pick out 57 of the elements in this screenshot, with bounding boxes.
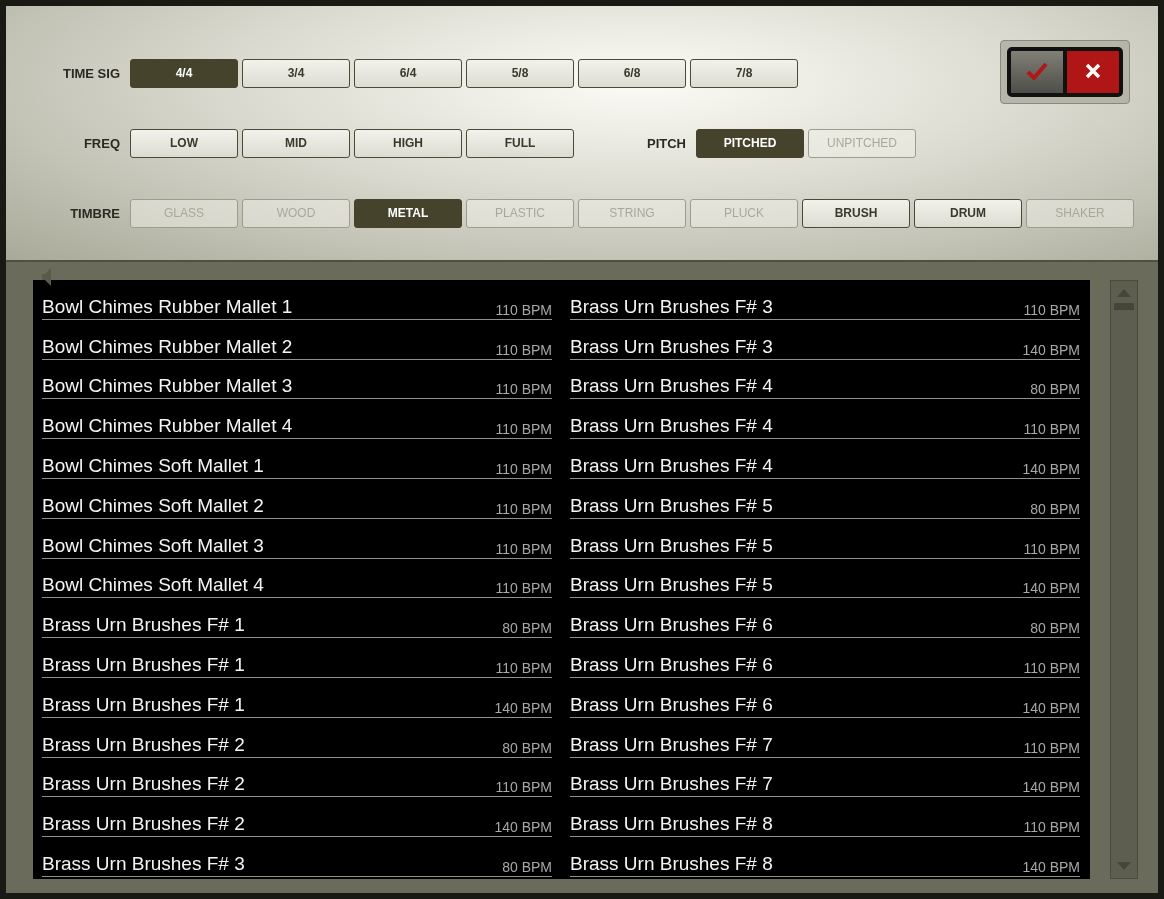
loop-list-item[interactable]: Brass Urn Brushes F# 1 110 BPM [42,638,552,678]
loop-list-item[interactable]: Brass Urn Brushes F# 6 110 BPM [570,638,1080,678]
timbre-option[interactable]: METAL [354,198,462,228]
close-button[interactable] [1065,47,1123,97]
loop-list-item[interactable]: Brass Urn Brushes F# 3 140 BPM [570,319,1080,360]
frequency-option[interactable]: MID [242,128,350,158]
pitch-option[interactable]: PITCHED [696,128,804,158]
checkmark-icon [1026,61,1048,80]
scrollbar[interactable] [1110,280,1138,879]
time-signature-option[interactable]: 4/4 [130,58,238,88]
loop-list-item[interactable]: Bowl Chimes Soft Mallet 2 110 BPM [42,479,552,519]
group-label: TIMBRE [69,205,121,221]
loop-list-item[interactable]: Bowl Chimes Rubber Mallet 4 110 BPM [42,399,552,440]
loop-list-item[interactable]: Bowl Chimes Rubber Mallet 1 110 BPM [42,280,552,320]
loop-list-item[interactable]: Brass Urn Brushes F# 2 80 BPM [42,717,552,758]
loop-list-item[interactable]: Brass Urn Brushes F# 4 140 BPM [570,439,1080,479]
loop-list-item[interactable]: Brass Urn Brushes F# 3 110 BPM [570,280,1080,320]
loop-list-item[interactable]: Brass Urn Brushes F# 2 140 BPM [42,797,552,838]
loop-list-item[interactable]: Brass Urn Brushes F# 5 80 BPM [570,479,1080,519]
loop-list-item[interactable]: Brass Urn Brushes F# 7 110 BPM [570,717,1080,758]
group-label: PITCH [646,135,687,151]
frequency-option[interactable]: FULL [466,128,574,158]
loop-list-item[interactable]: Bowl Chimes Rubber Mallet 3 110 BPM [42,359,552,400]
close-icon [1085,62,1101,79]
loop-list-item[interactable]: Brass Urn Brushes F# 2 110 BPM [42,757,552,798]
loop-list-item[interactable]: Brass Urn Brushes F# 1 140 BPM [42,677,552,718]
loop-list-item[interactable]: Brass Urn Brushes F# 5 140 BPM [570,558,1080,599]
time-signature-option[interactable]: 3/4 [242,58,350,88]
loop-list-item[interactable]: Brass Urn Brushes F# 6 140 BPM [570,677,1080,718]
loop-list-item[interactable]: Bowl Chimes Rubber Mallet 2 110 BPM [42,319,552,360]
speaker-icon[interactable] [42,268,54,286]
time-signature-option[interactable]: 6/4 [354,58,462,88]
group-label: FREQ [82,135,121,151]
time-signature-option[interactable]: 7/8 [690,58,798,88]
loop-list-item[interactable]: Brass Urn Brushes F# 6 80 BPM [570,598,1080,639]
scroll-down-icon[interactable] [1117,862,1131,870]
confirm-button[interactable] [1007,47,1065,97]
timbre-option[interactable]: DRUM [914,198,1022,228]
loop-list-item[interactable]: Brass Urn Brushes F# 1 80 BPM [42,598,552,639]
frequency-option[interactable]: LOW [130,128,238,158]
loop-list-item[interactable]: Bowl Chimes Soft Mallet 4 110 BPM [42,558,552,599]
loop-list-item[interactable]: Brass Urn Brushes F# 8 140 BPM [570,837,1080,877]
group-label: TIME SIG [61,65,121,81]
scroll-thumb[interactable] [1114,303,1134,310]
loop-list-item[interactable]: Brass Urn Brushes F# 5 110 BPM [570,518,1080,559]
loop-list-item[interactable]: Bowl Chimes Soft Mallet 3 110 BPM [42,518,552,559]
loop-list-item[interactable]: Brass Urn Brushes F# 4 110 BPM [570,399,1080,440]
loop-list-item[interactable]: Brass Urn Brushes F# 4 80 BPM [570,359,1080,400]
scroll-up-icon[interactable] [1117,289,1131,297]
frequency-option[interactable]: HIGH [354,128,462,158]
loop-list-item[interactable]: Brass Urn Brushes F# 3 80 BPM [42,837,552,877]
loop-list-item[interactable]: Brass Urn Brushes F# 8 110 BPM [570,797,1080,838]
loop-list-item[interactable]: Bowl Chimes Soft Mallet 1 110 BPM [42,439,552,479]
time-signature-option[interactable]: 5/8 [466,58,574,88]
time-signature-option[interactable]: 6/8 [578,58,686,88]
loop-list-item[interactable]: Brass Urn Brushes F# 7 140 BPM [570,757,1080,798]
timbre-option[interactable]: BRUSH [802,198,910,228]
